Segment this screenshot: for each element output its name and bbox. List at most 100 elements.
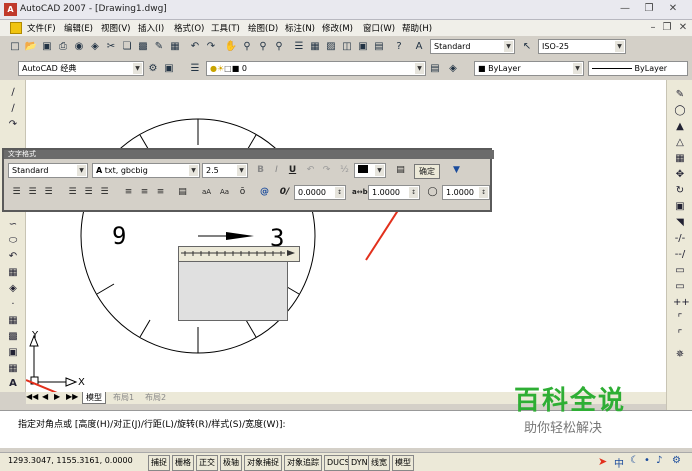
tab-model[interactable]: 模型 [82,392,106,404]
osnap-button[interactable]: 对象捕捉 [244,455,282,471]
workspace-settings-icon[interactable]: ⚙ [146,62,160,76]
otrack-button[interactable]: 对象追踪 [284,455,322,471]
ime-punct-icon[interactable]: • [644,455,650,466]
linetype-combo[interactable]: ByLayer [588,61,688,76]
table-icon[interactable]: ▦ [6,362,20,376]
sheet-set-icon[interactable]: ◫ [340,40,354,54]
plot-preview-icon[interactable]: ◉ [72,40,86,54]
workspace-combo[interactable]: AutoCAD 经典 ▼ [18,61,144,76]
publish-icon[interactable]: ◈ [88,40,102,54]
polyline-icon[interactable]: ↷ [6,118,20,132]
pan-icon[interactable]: ✋ [224,40,238,54]
lineweight-button[interactable]: 线宽 [368,455,390,471]
minimize-button[interactable]: — [616,2,634,16]
first-tab-icon[interactable]: ◀◀ [26,392,38,401]
region-icon[interactable]: ▣ [6,346,20,360]
move-icon[interactable]: ✥ [673,168,687,182]
properties-icon[interactable]: ☰ [292,40,306,54]
multiline-text-icon[interactable]: A [6,377,20,391]
zoom-previous-icon[interactable]: ⚲ [272,40,286,54]
symbol-icon[interactable]: @ [258,186,271,199]
fillet-icon[interactable]: ⌜ [673,328,687,342]
redo-text-icon[interactable]: ↷ [320,164,333,177]
menu-format[interactable]: 格式(O) [174,22,204,34]
polar-button[interactable]: 极轴 [220,455,242,471]
layer-combo[interactable]: ●☀□■ 0 ▼ [206,61,426,76]
uppercase-letters-icon[interactable]: ≡ [154,186,167,199]
zoom-realtime-icon[interactable]: ⚲ [240,40,254,54]
text-style-icon[interactable]: A [412,40,426,54]
center-align-icon[interactable]: ☰ [26,186,39,199]
microphone-icon[interactable]: ♪ [656,455,662,466]
tracking-field[interactable]: 1.0000 ↕ [368,185,420,200]
hatch-icon[interactable]: ▦ [6,314,20,328]
block-editor-icon[interactable]: ▦ [168,40,182,54]
stretch-icon[interactable]: ◥ [673,216,687,230]
ortho-button[interactable]: 正交 [196,455,218,471]
scale-icon[interactable]: ▣ [673,200,687,214]
doc-close-button[interactable]: ✕ [674,21,692,35]
lowercase-icon[interactable]: Aa [218,186,231,199]
bold-button[interactable]: B [254,164,267,177]
copy-icon[interactable]: ❏ [120,40,134,54]
drawing-canvas[interactable]: 9 3 Y X [26,80,666,392]
menu-window[interactable]: 窗口(W) [363,22,395,34]
ime-moon-icon[interactable]: ☾ [630,455,639,466]
workspace-save-icon[interactable]: ▣ [162,62,176,76]
text-style-combo[interactable]: Standard ▼ [430,39,515,54]
prev-tab-icon[interactable]: ◀ [42,392,48,401]
match-properties-icon[interactable]: ✎ [152,40,166,54]
dim-style-icon[interactable]: ↖ [520,40,534,54]
bottom-align-icon[interactable]: ☰ [98,186,111,199]
new-icon[interactable]: □ [8,40,22,54]
underline-button[interactable]: U [286,164,299,177]
menu-draw[interactable]: 绘图(D) [248,22,278,34]
oblique-angle-field[interactable]: 0.0000 ↕ [294,185,346,200]
snap-button[interactable]: 捕捉 [148,455,170,471]
insert-block-icon[interactable]: ▦ [6,266,20,280]
break-icon[interactable]: ▭ [673,280,687,294]
ruler-toggle-icon[interactable]: ▤ [394,164,407,177]
extend-icon[interactable]: --/ [673,248,687,262]
model-space-button[interactable]: 模型 [392,455,414,471]
break-at-point-icon[interactable]: ▭ [673,264,687,278]
restore-button[interactable]: ❐ [640,2,658,16]
menu-modify[interactable]: 修改(M) [322,22,353,34]
menu-edit[interactable]: 编辑(E) [64,22,93,34]
options-icon[interactable]: ▼ [450,164,463,177]
insert-field-icon[interactable]: ▤ [176,186,189,199]
markup-icon[interactable]: ▣ [356,40,370,54]
overline-icon[interactable]: ō [236,186,249,199]
ime-mode-icon[interactable]: 中 [614,455,624,470]
open-icon[interactable]: 📂 [24,40,38,54]
erase-icon[interactable]: ✎ [673,88,687,102]
make-block-icon[interactable]: ◈ [6,282,20,296]
middle-align-icon[interactable]: ☰ [82,186,95,199]
spinner-icon[interactable]: ↕ [479,187,488,198]
make-current-layer-icon[interactable]: ▤ [428,62,442,76]
top-align-icon[interactable]: ☰ [66,186,79,199]
rotate-icon[interactable]: ↻ [673,184,687,198]
ime-logo-icon[interactable]: ➤ [598,455,607,468]
line-icon[interactable]: ∕ [6,86,20,100]
chamfer-icon[interactable]: ⌜ [673,312,687,326]
tab-layout1[interactable]: 布局1 [110,392,137,403]
text-color-combo[interactable]: ▼ [354,163,386,178]
italic-button[interactable]: I [270,164,283,177]
width-factor-field[interactable]: 1.0000 ↕ [442,185,490,200]
ellipse-arc-icon[interactable]: ↶ [6,250,20,264]
dim-style-combo[interactable]: ISO-25 ▼ [538,39,626,54]
menu-view[interactable]: 视图(V) [101,22,130,34]
font-combo[interactable]: A txt, gbcbig ▼ [92,163,200,178]
offset-icon[interactable]: △ [673,136,687,150]
ime-settings-icon[interactable]: ⚙ [672,455,681,466]
ok-button[interactable]: 确定 [414,164,440,179]
grid-button[interactable]: 栅格 [172,455,194,471]
paste-icon[interactable]: ▩ [136,40,150,54]
menu-insert[interactable]: 插入(I) [138,22,164,34]
mtext-style-combo[interactable]: Standard ▼ [8,163,88,178]
array-icon[interactable]: ▦ [673,152,687,166]
tab-layout2[interactable]: 布局2 [142,392,169,403]
text-height-combo[interactable]: 2.5 ▼ [202,163,248,178]
undo-text-icon[interactable]: ↶ [304,164,317,177]
